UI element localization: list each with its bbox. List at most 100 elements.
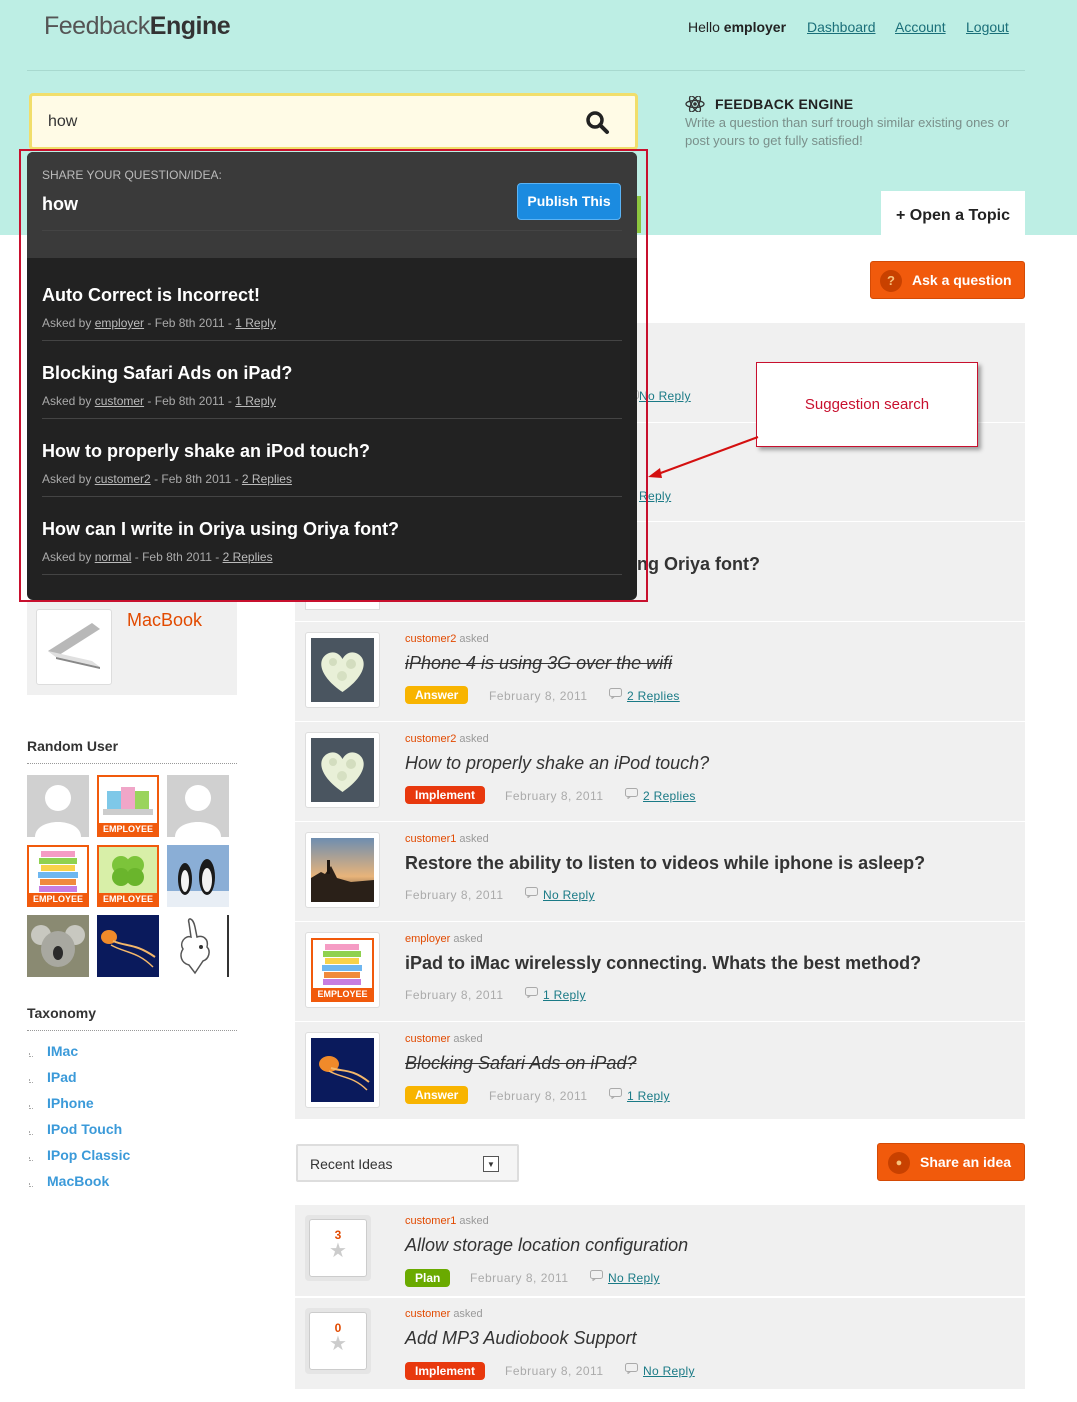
feedback-engine-description: Write a question than surf trough simila… bbox=[685, 115, 1010, 148]
tree-branch-icon bbox=[29, 1105, 33, 1109]
avatar[interactable]: EMPLOYEE bbox=[27, 845, 89, 907]
taxonomy-item-ipad[interactable]: IPad bbox=[47, 1069, 77, 1085]
user-link[interactable]: customer bbox=[405, 1308, 450, 1320]
logo[interactable]: FeedbackEngine bbox=[44, 12, 231, 41]
nav-account-link[interactable]: Account bbox=[895, 19, 946, 35]
search-input[interactable] bbox=[48, 110, 568, 134]
avatar[interactable]: EMPLOYEE bbox=[97, 845, 159, 907]
avatar[interactable] bbox=[167, 915, 229, 977]
user-link[interactable]: customer bbox=[405, 1033, 450, 1045]
tree-branch-icon bbox=[29, 1157, 33, 1161]
ask-question-button[interactable]: ? Ask a question bbox=[870, 261, 1025, 299]
vote-count: 3 bbox=[334, 1228, 342, 1242]
tab-open-topic[interactable]: + Open a Topic bbox=[881, 191, 1025, 235]
status-badge-plan: Plan bbox=[405, 1269, 451, 1287]
question-meta: customer2 asked bbox=[405, 633, 489, 645]
question-date: February 8, 2011 bbox=[405, 988, 504, 1002]
user-link[interactable]: customer1 bbox=[405, 833, 456, 845]
question-thumbnail[interactable] bbox=[305, 632, 380, 708]
reply-link[interactable]: 2 Replies bbox=[643, 789, 696, 803]
idea-title[interactable]: Add MP3 Audiobook Support bbox=[405, 1328, 637, 1349]
question-thumbnail[interactable] bbox=[305, 1032, 380, 1108]
reply-link[interactable]: 2 Replies bbox=[627, 689, 680, 703]
status-badge-implement: Implement bbox=[405, 1362, 486, 1380]
vote-count: 0 bbox=[334, 1321, 342, 1335]
sidebar-divider bbox=[27, 763, 237, 764]
question-mark-icon: ? bbox=[880, 270, 902, 292]
heart-image bbox=[311, 638, 374, 702]
question-thumbnail[interactable]: EMPLOYEE bbox=[305, 932, 380, 1008]
comment-icon bbox=[525, 987, 538, 998]
idea-title[interactable]: Allow storage location configuration bbox=[405, 1235, 688, 1256]
avatar[interactable] bbox=[27, 915, 89, 977]
username: employer bbox=[723, 19, 787, 35]
reply-link[interactable]: No Reply bbox=[543, 888, 595, 902]
question-title[interactable]: ing Oriya font? bbox=[632, 554, 760, 575]
avatar[interactable] bbox=[167, 845, 229, 907]
ideas-filter-value: Recent Ideas bbox=[310, 1156, 393, 1172]
comment-icon bbox=[525, 887, 538, 898]
comment-icon bbox=[625, 1363, 638, 1374]
question-title[interactable]: iPhone 4 is using 3G over the wifi bbox=[405, 653, 672, 674]
avatar[interactable] bbox=[27, 775, 89, 837]
taxonomy-item-iphone[interactable]: IPhone bbox=[47, 1095, 94, 1111]
atom-icon bbox=[685, 96, 705, 112]
random-user-title: Random User bbox=[27, 738, 119, 754]
status-badge-answer: Answer bbox=[405, 686, 469, 704]
share-idea-button[interactable]: ● Share an idea bbox=[877, 1143, 1025, 1181]
search-box[interactable] bbox=[29, 93, 638, 150]
search-icon[interactable] bbox=[585, 110, 611, 136]
user-link[interactable]: customer2 bbox=[405, 733, 456, 745]
taxonomy-item-imac[interactable]: IMac bbox=[47, 1043, 78, 1059]
reply-link[interactable]: 1 Reply bbox=[543, 988, 586, 1002]
chevron-down-icon[interactable]: ▼ bbox=[483, 1156, 499, 1172]
user-link[interactable]: customer1 bbox=[405, 1215, 456, 1227]
taxonomy-item-ipod-touch[interactable]: IPod Touch bbox=[47, 1121, 122, 1137]
clover-image bbox=[99, 847, 157, 893]
question-title[interactable]: How to properly shake an iPod touch? bbox=[405, 753, 709, 774]
taxonomy-item-macbook[interactable]: MacBook bbox=[47, 1173, 109, 1189]
star-icon[interactable]: ★ bbox=[310, 1334, 366, 1354]
question-title[interactable]: iPad to iMac wirelessly connecting. What… bbox=[405, 953, 921, 974]
question-title[interactable]: Restore the ability to listen to videos … bbox=[405, 853, 925, 874]
question-title[interactable]: Blocking Safari Ads on iPad? bbox=[405, 1053, 636, 1074]
user-link[interactable]: customer2 bbox=[405, 633, 456, 645]
question-date: February 8, 2011 bbox=[489, 1089, 588, 1103]
avatar[interactable] bbox=[167, 775, 229, 837]
star-icon[interactable]: ★ bbox=[310, 1241, 366, 1261]
landscape-image bbox=[311, 838, 374, 902]
annotation-frame bbox=[19, 149, 648, 602]
reply-link[interactable]: No Reply bbox=[608, 1271, 660, 1285]
product-thumbnail[interactable] bbox=[36, 609, 112, 685]
employee-tag: EMPLOYEE bbox=[29, 893, 87, 905]
avatar[interactable] bbox=[97, 915, 159, 977]
user-link[interactable]: employer bbox=[405, 933, 450, 945]
default-user-icon bbox=[175, 785, 221, 837]
idea-row: 0 ★ customer asked Add MP3 Audiobook Sup… bbox=[295, 1298, 1025, 1390]
avatar[interactable]: EMPLOYEE bbox=[97, 775, 159, 837]
question-row: customer2 asked How to properly shake an… bbox=[295, 722, 1025, 822]
nav-dashboard-link[interactable]: Dashboard bbox=[807, 19, 876, 35]
heart-image bbox=[311, 738, 374, 802]
nav-logout-link[interactable]: Logout bbox=[966, 19, 1009, 35]
sidebar-product-box: MacBook bbox=[27, 600, 237, 695]
default-user-icon bbox=[35, 785, 81, 837]
vote-widget[interactable]: 0 ★ bbox=[305, 1308, 371, 1374]
product-name[interactable]: MacBook bbox=[127, 610, 202, 631]
lightbulb-icon: ● bbox=[888, 1152, 910, 1174]
reply-link[interactable]: 1 Reply bbox=[627, 1089, 670, 1103]
tree-branch-icon bbox=[29, 1079, 33, 1083]
annotation-arrow-icon bbox=[648, 436, 759, 478]
ideas-filter-select[interactable]: Recent Ideas ▼ bbox=[296, 1144, 519, 1182]
macbook-image bbox=[42, 615, 106, 679]
question-thumbnail[interactable] bbox=[305, 832, 380, 908]
employee-tag: EMPLOYEE bbox=[99, 893, 157, 905]
vote-widget[interactable]: 3 ★ bbox=[305, 1215, 371, 1281]
jellyfish-image bbox=[97, 915, 159, 977]
reply-link[interactable]: No Reply bbox=[643, 1364, 695, 1378]
taxonomy-item-ipop-classic[interactable]: IPop Classic bbox=[47, 1147, 130, 1163]
idea-row: 3 ★ customer1 asked Allow storage locati… bbox=[295, 1205, 1025, 1297]
question-thumbnail[interactable] bbox=[305, 732, 380, 808]
tree-branch-icon bbox=[29, 1131, 33, 1135]
greeting: Hello employer bbox=[688, 19, 787, 35]
